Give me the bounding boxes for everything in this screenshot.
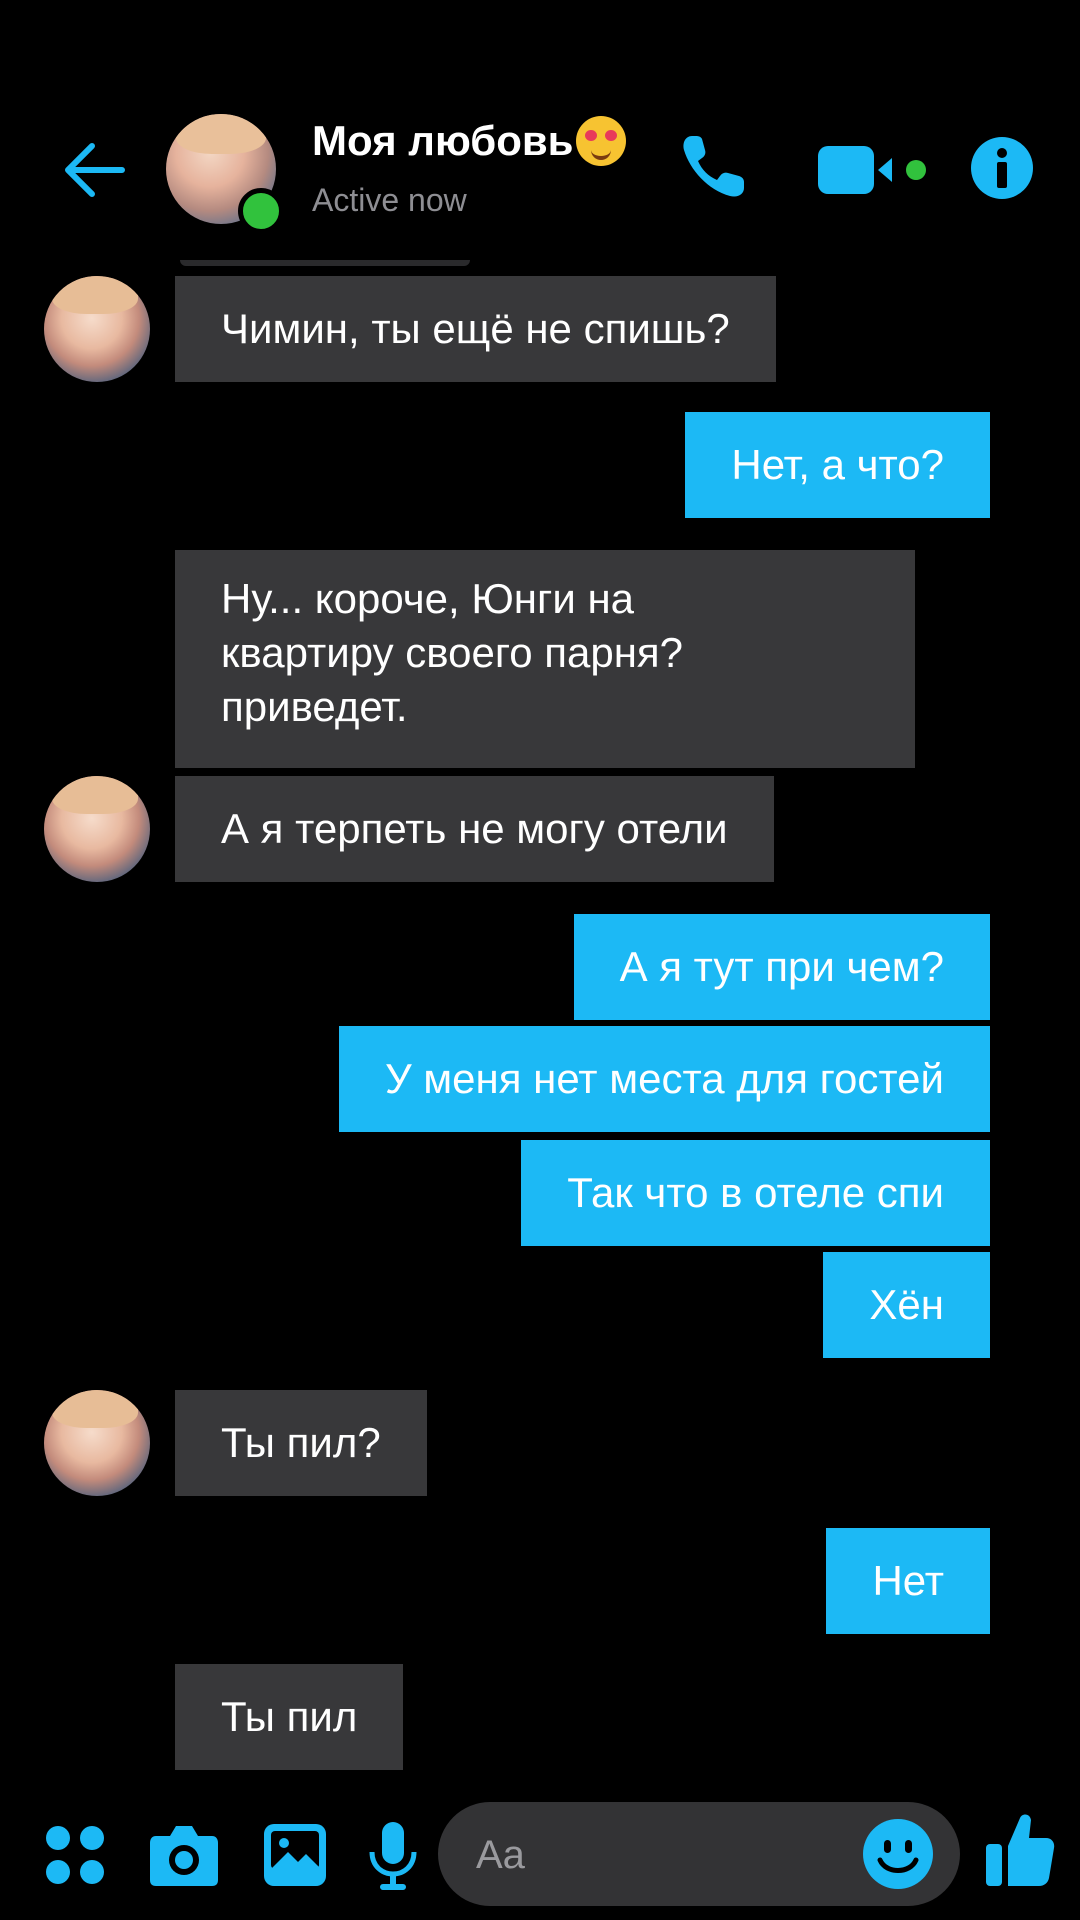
back-button[interactable] <box>60 135 130 205</box>
active-status: Active now <box>312 182 467 218</box>
camera-icon <box>150 1826 218 1886</box>
emoji-icon <box>863 1819 933 1889</box>
message-bubble-received[interactable]: Ну... короче, Юнги на квартиру своего па… <box>175 550 915 768</box>
apps-icon <box>46 1826 104 1884</box>
message-bubble-sent[interactable]: Так что в отеле спи <box>521 1140 990 1246</box>
message-bubble-sent[interactable]: Хён <box>823 1252 990 1358</box>
emoji-button[interactable] <box>862 1818 934 1890</box>
voice-message-button[interactable] <box>368 1820 418 1892</box>
gallery-icon <box>264 1824 326 1886</box>
call-button[interactable] <box>678 130 750 202</box>
composer-bar <box>0 1780 1080 1920</box>
message-bubble-sent[interactable]: Нет <box>826 1528 990 1634</box>
thumbs-up-icon <box>986 1814 1055 1886</box>
info-button[interactable] <box>970 136 1034 200</box>
phone-icon <box>683 136 744 197</box>
apps-button[interactable] <box>44 1824 108 1888</box>
message-bubble-received[interactable]: А я терпеть не могу отели <box>175 776 774 882</box>
message-bubble-received[interactable]: Ты пил? <box>175 1390 427 1496</box>
message-bubble-sent[interactable]: А я тут при чем? <box>573 914 990 1020</box>
info-icon <box>971 137 1033 199</box>
video-camera-icon <box>818 146 926 194</box>
sender-avatar[interactable] <box>44 776 150 882</box>
message-bubble-received[interactable]: Ты пил <box>175 1664 404 1770</box>
message-composer[interactable] <box>438 1802 960 1908</box>
message-list[interactable]: Чимин, ты ещё не спишь? Нет, а что? Ну..… <box>0 260 1080 1780</box>
message-bubble-received[interactable]: Чимин, ты ещё не спишь? <box>175 276 776 382</box>
video-call-button[interactable] <box>818 142 934 198</box>
sender-avatar[interactable] <box>44 276 150 382</box>
message-input[interactable] <box>474 1802 858 1908</box>
online-status-dot <box>238 188 284 234</box>
contact-name-text: Моя любовь <box>312 117 574 164</box>
back-arrow-icon <box>65 143 125 197</box>
heart-eyes-emoji-icon <box>575 116 626 166</box>
like-button[interactable] <box>984 1810 1056 1890</box>
message-bubble-sent[interactable]: У меня нет места для гостей <box>338 1026 990 1132</box>
sender-avatar[interactable] <box>44 1390 150 1496</box>
conversation-header: Моя любовь Active now <box>0 90 1080 240</box>
message-bubble-sent[interactable]: Нет, а что? <box>685 412 990 518</box>
camera-button[interactable] <box>148 1822 220 1888</box>
previous-message-edge <box>180 260 470 266</box>
microphone-icon <box>369 1822 417 1890</box>
gallery-button[interactable] <box>262 1822 328 1888</box>
contact-name[interactable]: Моя любовь <box>312 116 626 166</box>
